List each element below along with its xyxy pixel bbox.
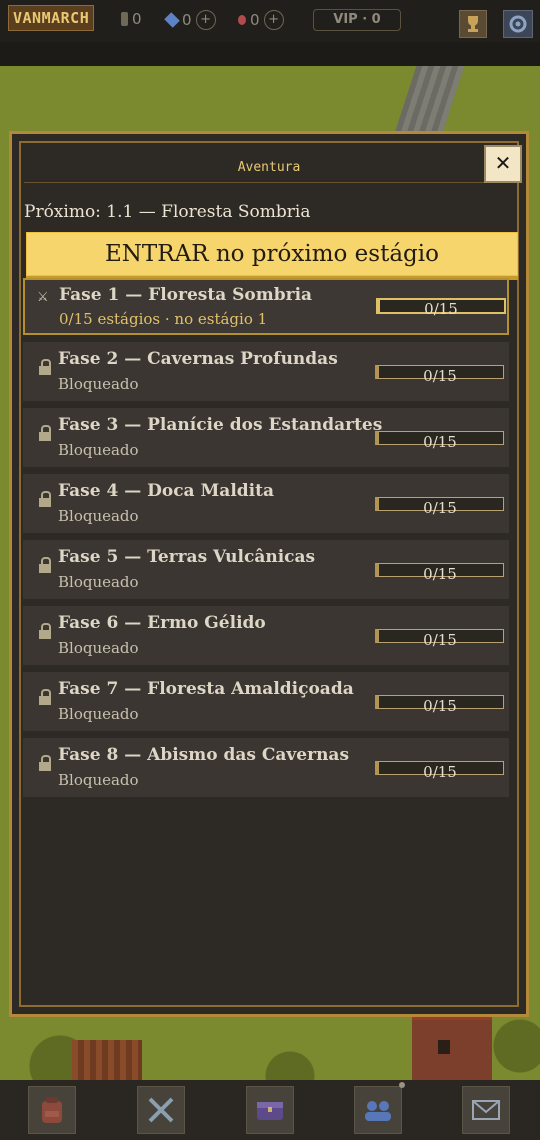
stage-status: 0/15 estágios · no estágio 1 — [59, 310, 268, 328]
potion-icon — [238, 15, 246, 25]
chest-button[interactable] — [246, 1086, 294, 1134]
stage-progress-text: 0/15 — [423, 499, 457, 517]
modal-title: Aventura — [237, 160, 301, 175]
stage-row-8[interactable]: Fase 8 — Abismo das Cavernas Bloqueado 0… — [23, 738, 509, 797]
next-stage-label: Próximo: 1.1 — Floresta Sombria — [24, 202, 311, 222]
stage-name: Fase 4 — Doca Maldita — [58, 481, 274, 501]
lock-icon — [39, 425, 51, 441]
lock-icon — [39, 755, 51, 771]
stage-row-3[interactable]: Fase 3 — Planície dos Estandartes Bloque… — [23, 408, 509, 467]
stage-name: Fase 3 — Planície dos Estandartes — [58, 415, 383, 435]
backpack-icon — [42, 1097, 62, 1123]
stage-status: Bloqueado — [58, 639, 139, 657]
party-icon — [365, 1101, 391, 1121]
title-divider — [24, 182, 514, 183]
adventure-modal: Aventura ✕ Próximo: 1.1 — Floresta Sombr… — [9, 131, 529, 1017]
house-building — [412, 1012, 492, 1088]
game-logo: VANMARCH — [8, 5, 95, 31]
stage-name: Fase 5 — Terras Vulcânicas — [58, 547, 316, 567]
stage-progress-text: 0/15 — [423, 367, 457, 385]
mail-button[interactable] — [462, 1086, 510, 1134]
lock-icon — [39, 689, 51, 705]
gem-icon — [164, 12, 180, 28]
stage-row-7[interactable]: Fase 7 — Floresta Amaldiçoada Bloqueado … — [23, 672, 509, 731]
stage-status: Bloqueado — [58, 771, 139, 789]
stage-status: Bloqueado — [58, 507, 139, 525]
stage-row-4[interactable]: Fase 4 — Doca Maldita Bloqueado 0/15 — [23, 474, 509, 533]
coin-count: 0 — [132, 10, 142, 28]
add-potions-button[interactable]: + — [263, 10, 284, 30]
stage-name: Fase 7 — Floresta Amaldiçoada — [58, 679, 354, 699]
gem-count: 0 — [182, 11, 192, 29]
stage-name: Fase 1 — Floresta Sombria — [59, 285, 313, 305]
inventory-button[interactable] — [28, 1086, 76, 1134]
coin-icon — [121, 12, 128, 26]
party-button[interactable] — [354, 1086, 402, 1134]
coin-counter: 0 — [121, 10, 142, 28]
stage-progress-text: 0/15 — [423, 565, 457, 583]
stage-list: ⚔ Fase 1 — Floresta Sombria 0/15 estágio… — [23, 278, 509, 804]
battle-button[interactable] — [137, 1086, 185, 1134]
hud-divider — [0, 42, 540, 66]
lock-icon — [39, 623, 51, 639]
crossed-swords-icon — [148, 1097, 174, 1123]
add-gems-button[interactable]: + — [195, 10, 216, 30]
vip-badge[interactable]: VIP · 0 — [313, 9, 401, 31]
enter-next-stage-button[interactable]: ENTRAR no próximo estágio — [26, 232, 518, 276]
trophy-button[interactable] — [459, 10, 487, 38]
stage-row-6[interactable]: Fase 6 — Ermo Gélido Bloqueado 0/15 — [23, 606, 509, 665]
settings-button[interactable] — [503, 10, 533, 38]
potion-counter: 0 + — [238, 10, 284, 30]
stage-row-1[interactable]: ⚔ Fase 1 — Floresta Sombria 0/15 estágio… — [23, 278, 509, 335]
stage-status: Bloqueado — [58, 705, 139, 723]
lock-icon — [39, 491, 51, 507]
stage-row-5[interactable]: Fase 5 — Terras Vulcânicas Bloqueado 0/1… — [23, 540, 509, 599]
stage-progress-text: 0/15 — [423, 763, 457, 781]
bottom-navigation — [0, 1080, 540, 1140]
stage-progress-text: 0/15 — [423, 697, 457, 715]
stage-progress-text: 0/15 — [423, 631, 457, 649]
barn-building — [72, 1040, 142, 1080]
lock-icon — [39, 359, 51, 375]
potion-count: 0 — [250, 11, 260, 29]
trophy-icon — [468, 16, 478, 32]
chest-icon — [257, 1102, 283, 1120]
stage-progress-text: 0/15 — [423, 433, 457, 451]
stage-status: Bloqueado — [58, 573, 139, 591]
lock-icon — [39, 557, 51, 573]
crossed-swords-icon: ⚔ — [37, 290, 49, 305]
gear-icon — [509, 15, 527, 33]
top-hud: VANMARCH 0 0 + 0 + VIP · 0 — [0, 0, 540, 42]
notification-dot — [399, 1082, 405, 1088]
stage-name: Fase 2 — Cavernas Profundas — [58, 349, 338, 369]
stage-status: Bloqueado — [58, 441, 139, 459]
close-button[interactable]: ✕ — [484, 145, 522, 183]
gem-counter: 0 + — [164, 10, 216, 30]
stage-status: Bloqueado — [58, 375, 139, 393]
stage-row-2[interactable]: Fase 2 — Cavernas Profundas Bloqueado 0/… — [23, 342, 509, 401]
stage-name: Fase 6 — Ermo Gélido — [58, 613, 266, 633]
stage-name: Fase 8 — Abismo das Cavernas — [58, 745, 350, 765]
stage-progress-text: 0/15 — [424, 300, 458, 318]
mail-icon — [472, 1100, 500, 1120]
